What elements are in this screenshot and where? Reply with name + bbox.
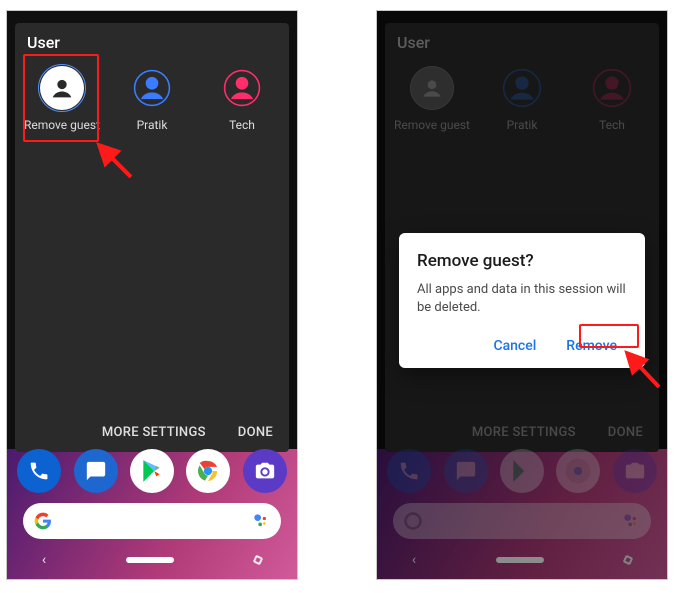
app-dock	[7, 445, 297, 497]
user-label: Pratik	[110, 118, 194, 132]
google-logo-icon	[33, 511, 53, 531]
more-settings-button[interactable]: MORE SETTINGS	[102, 425, 206, 440]
user-tech[interactable]: Tech	[200, 66, 284, 132]
nav-back-button[interactable]: ‹	[42, 552, 46, 568]
dialog-title: Remove guest?	[417, 251, 627, 271]
panel-actions: MORE SETTINGS DONE	[102, 425, 273, 440]
cancel-button[interactable]: Cancel	[483, 332, 546, 360]
annotation-arrow	[617, 345, 667, 395]
phone-icon	[28, 460, 50, 482]
chrome-icon	[193, 456, 223, 486]
phone-app-icon[interactable]	[17, 449, 61, 493]
nav-home-button[interactable]	[126, 557, 174, 563]
annotation-highlight-guest	[23, 54, 99, 142]
camera-app-icon[interactable]	[243, 449, 287, 493]
google-search-bar[interactable]	[23, 503, 281, 539]
user-label: Tech	[200, 118, 284, 132]
chrome-app-icon[interactable]	[186, 449, 230, 493]
messages-icon	[85, 460, 107, 482]
phone-screen-right: User Remove guest Pratik	[376, 10, 668, 580]
annotation-arrow	[89, 135, 139, 185]
messages-app-icon[interactable]	[74, 449, 118, 493]
person-icon	[223, 68, 261, 108]
nav-bar: ‹	[7, 549, 297, 571]
person-icon	[133, 68, 171, 108]
phone-screen-left: User Remove guest	[6, 10, 298, 580]
play-store-app-icon[interactable]	[130, 449, 174, 493]
camera-icon	[254, 460, 276, 482]
done-button[interactable]: DONE	[238, 425, 273, 440]
play-store-icon	[139, 458, 165, 484]
dialog-body: All apps and data in this session will b…	[417, 281, 627, 316]
nav-rotate-button[interactable]	[253, 555, 264, 566]
user-pratik[interactable]: Pratik	[110, 66, 194, 132]
assistant-icon[interactable]	[251, 511, 271, 531]
